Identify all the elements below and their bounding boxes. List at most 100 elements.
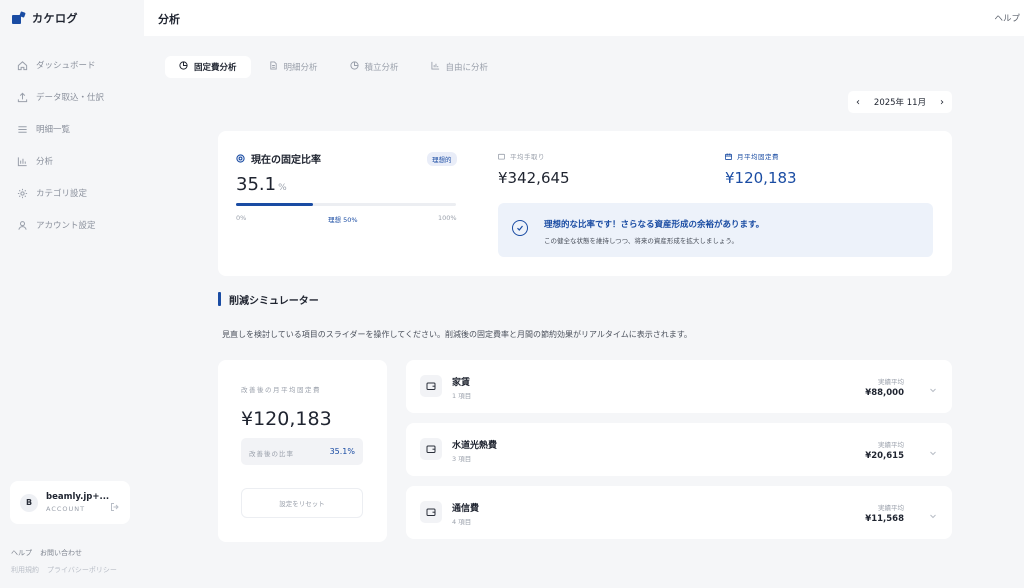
advice-box: 理想的な比率です！さらなる資産形成の余裕があります。 この健全な状態を維持しつつ… — [498, 203, 933, 257]
sidebar-item-categories[interactable]: カテゴリ設定 — [0, 177, 144, 209]
account-name: beamly.jp+... — [46, 492, 110, 502]
target-icon — [236, 154, 245, 163]
sidebar-item-label: データ取込・仕訳 — [36, 93, 105, 103]
bar-chart-icon — [430, 61, 440, 73]
bar-chart-icon — [16, 155, 28, 167]
expense-row-utilities[interactable]: 水道光熱費 3 項目 実績平均 ¥20,615 — [406, 423, 952, 476]
user-icon — [16, 219, 28, 231]
page-title: 分析 — [158, 13, 180, 26]
expense-row-communication[interactable]: 通信費 4 項目 実績平均 ¥11,568 — [406, 486, 952, 539]
sidebar-item-label: カテゴリ設定 — [36, 189, 88, 199]
sidebar-item-label: アカウント設定 — [36, 221, 96, 231]
legal-links: 利用規約 プライバシーポリシー — [11, 565, 117, 575]
improved-ratio-label: 改善後の比率 — [249, 450, 294, 458]
sidebar-item-label: 明細一覧 — [36, 125, 71, 135]
avatar: B — [20, 493, 38, 512]
improved-fixed-cost-label: 改善後の月平均固定費 — [241, 386, 321, 394]
calendar-icon — [725, 152, 732, 160]
wallet-icon — [420, 375, 442, 397]
chevron-down-icon[interactable] — [928, 443, 938, 462]
fixed-cost-label: 月平均固定費 — [725, 151, 779, 161]
sidebar-item-analysis[interactable]: 分析 — [0, 145, 144, 177]
tab-label: 積立分析 — [364, 63, 399, 73]
analysis-tabs: 固定費分析 明細分析 積立分析 自由に分析 — [165, 56, 502, 78]
app-name: カケログ — [32, 12, 78, 25]
prev-month-button[interactable]: ‹ — [856, 97, 860, 108]
expense-name: 水道光熱費 — [452, 441, 498, 451]
simulator-title: 削減シミュレーター — [229, 295, 319, 307]
tab-label: 自由に分析 — [445, 63, 489, 73]
improved-fixed-cost-value: ¥120,183 — [241, 408, 332, 430]
sidebar: カケログ ダッシュボード データ取込・仕訳 明細一覧 分析 カテゴリ設定 アカウ… — [0, 0, 144, 588]
pie-chart-icon — [179, 61, 188, 73]
simulator-description: 見直しを検討している項目のスライダーを操作してください。削減後の固定費率と月間の… — [222, 330, 692, 339]
wallet-icon — [420, 501, 442, 523]
check-circle-icon — [512, 220, 528, 236]
sidebar-item-dashboard[interactable]: ダッシュボード — [0, 49, 144, 81]
sidebar-item-label: ダッシュボード — [36, 61, 96, 71]
tab-fixed-cost[interactable]: 固定費分析 — [165, 56, 251, 78]
account-card[interactable]: B beamly.jp+... ACCOUNT — [10, 481, 130, 524]
fixed-ratio-summary-card: 現在の固定比率 理想的 35.1% 0% 理想 50% 100% 平均手取り ¥… — [218, 131, 952, 276]
sidebar-item-import[interactable]: データ取込・仕訳 — [0, 81, 144, 113]
reset-settings-button[interactable]: 設定をリセット — [241, 488, 363, 518]
tab-savings[interactable]: 積立分析 — [336, 56, 413, 78]
gear-icon — [16, 187, 28, 199]
account-subtitle: ACCOUNT — [46, 505, 86, 513]
wallet-icon — [498, 153, 505, 160]
status-badge: 理想的 — [427, 152, 457, 166]
help-link[interactable]: ヘルプ — [11, 548, 32, 558]
bar-max-label: 100% — [438, 214, 457, 222]
bar-ideal-label: 理想 50% — [328, 216, 358, 224]
expense-avg-label: 実績平均 — [878, 504, 904, 512]
logout-icon[interactable] — [110, 497, 120, 516]
sidebar-item-label: 分析 — [36, 157, 54, 167]
privacy-link[interactable]: プライバシーポリシー — [47, 565, 117, 575]
page-header: 分析 ヘルプ — [144, 0, 1024, 36]
current-ratio-value: 35.1% — [236, 174, 287, 195]
footer-links: ヘルプ お問い合わせ — [11, 548, 82, 558]
expense-row-rent[interactable]: 家賃 1 項目 実績平均 ¥88,000 — [406, 360, 952, 413]
contact-link[interactable]: お問い合わせ — [40, 548, 82, 558]
ratio-title: 現在の固定比率 — [236, 151, 321, 166]
tab-free[interactable]: 自由に分析 — [417, 56, 503, 78]
expense-count: 4 項目 — [452, 518, 472, 526]
chevron-down-icon[interactable] — [928, 506, 938, 525]
heading-accent-bar — [218, 292, 221, 306]
sidebar-item-statements[interactable]: 明細一覧 — [0, 113, 144, 145]
next-month-button[interactable]: › — [940, 97, 944, 108]
header-help-link[interactable]: ヘルプ — [994, 12, 1020, 24]
month-label: 2025年 11月 — [873, 98, 927, 108]
improved-ratio-box: 改善後の比率 35.1% — [241, 438, 363, 465]
fixed-cost-value: ¥120,183 — [725, 169, 797, 187]
ratio-progress-bar — [236, 203, 456, 206]
wallet-icon — [420, 438, 442, 460]
expense-count: 3 項目 — [452, 455, 472, 463]
simulator-heading: 削減シミュレーター — [218, 292, 319, 307]
improved-ratio-value: 35.1% — [329, 447, 355, 456]
logo-icon — [12, 11, 26, 24]
sidebar-item-account[interactable]: アカウント設定 — [0, 209, 144, 241]
document-icon — [269, 61, 278, 73]
expense-name: 通信費 — [452, 504, 480, 514]
sidebar-nav: ダッシュボード データ取込・仕訳 明細一覧 分析 カテゴリ設定 アカウント設定 — [0, 49, 144, 241]
ratio-progress-fill — [236, 203, 314, 206]
advice-subtitle: この健全な状態を維持しつつ、将来の資産形成を拡大しましょう。 — [544, 237, 738, 245]
income-label: 平均手取り — [498, 151, 545, 161]
expense-avg-value: ¥20,615 — [865, 451, 904, 461]
tab-label: 明細分析 — [283, 63, 318, 73]
expense-name: 家賃 — [452, 378, 471, 388]
month-selector: ‹ 2025年 11月 › — [848, 91, 952, 113]
list-icon — [16, 123, 28, 135]
app-logo[interactable]: カケログ — [12, 10, 78, 26]
chevron-down-icon[interactable] — [928, 380, 938, 399]
pie-chart-icon — [349, 61, 359, 73]
tab-statement[interactable]: 明細分析 — [255, 56, 332, 78]
expense-avg-label: 実績平均 — [878, 378, 904, 386]
bar-min-label: 0% — [236, 214, 247, 222]
income-value: ¥342,645 — [498, 169, 570, 187]
expense-avg-value: ¥11,568 — [865, 514, 904, 524]
expense-avg-label: 実績平均 — [878, 441, 904, 449]
expense-avg-value: ¥88,000 — [865, 388, 904, 398]
terms-link[interactable]: 利用規約 — [11, 565, 39, 575]
